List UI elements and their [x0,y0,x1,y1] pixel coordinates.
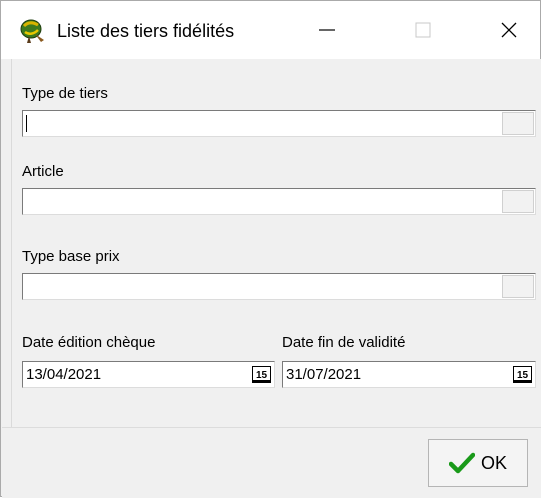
window-title: Liste des tiers fidélités [57,21,235,41]
date-fin-field[interactable]: 31/07/2021 15 [282,361,536,388]
maximize-button[interactable] [393,7,453,53]
type-base-prix-label: Type base prix [22,248,120,265]
checkmark-icon [448,452,475,474]
article-dropdown-button[interactable] [502,190,534,213]
article-label: Article [22,163,64,180]
ok-label: OK [480,452,507,473]
type-base-prix-combo[interactable] [22,273,536,300]
type-tiers-dropdown-button[interactable] [502,112,534,135]
type-tiers-label: Type de tiers [22,85,108,102]
fidelity-app-icon [20,19,44,43]
ok-button[interactable]: OK [428,439,528,487]
calendar-icon[interactable]: 15 [513,366,532,383]
close-button[interactable] [479,7,539,53]
date-fin-value: 31/07/2021 [286,366,362,383]
title-bar[interactable]: Liste des tiers fidélités [1,1,540,59]
date-fin-label: Date fin de validité [282,334,406,351]
minimize-button[interactable] [297,7,357,53]
minimize-icon [319,29,335,31]
close-icon [501,22,517,38]
date-edition-field[interactable]: 13/04/2021 15 [22,361,275,388]
type-base-prix-dropdown-button[interactable] [502,275,534,298]
maximize-icon [415,22,431,38]
type-tiers-combo[interactable] [22,110,536,137]
calendar-icon[interactable]: 15 [252,366,271,383]
date-edition-label: Date édition chèque [22,334,156,351]
date-edition-value: 13/04/2021 [26,366,102,383]
text-caret [26,115,27,132]
article-combo[interactable] [22,188,536,215]
calendar-day-label: 15 [256,370,268,381]
calendar-day-label: 15 [517,370,529,381]
dialog-window: Liste des tiers fidélités Type de tiers … [0,0,541,498]
